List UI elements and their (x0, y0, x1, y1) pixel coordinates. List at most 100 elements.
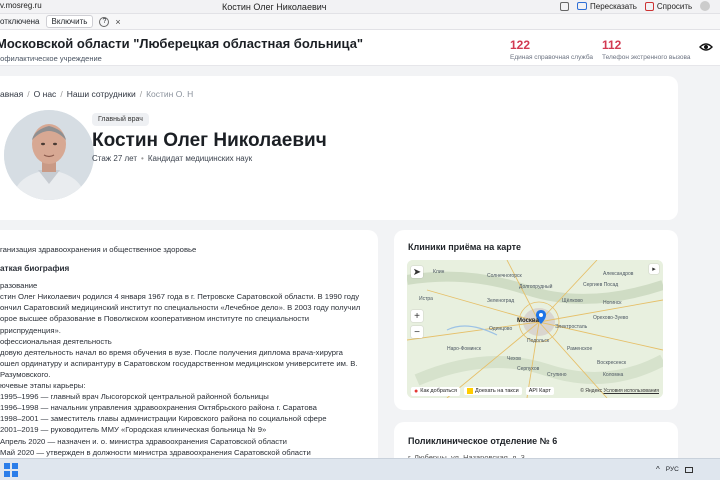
map-zoom-in-icon[interactable]: + (411, 310, 423, 322)
route-label: Как добраться (420, 388, 457, 394)
map-view[interactable]: ➤ + − ▸ Солнечногорск Долгопрудный Алекс… (407, 260, 663, 398)
map-label: Серпухов (517, 366, 540, 372)
map-label: Щёлково (562, 298, 583, 304)
retell-icon (577, 2, 587, 10)
yandex-label: © Яндекс (580, 388, 603, 394)
network-icon[interactable] (684, 466, 693, 473)
map-label: Раменское (567, 346, 593, 352)
map-label: Коломна (603, 372, 624, 378)
ask-label: Спросить (656, 1, 693, 11)
ask-icon (644, 1, 654, 11)
browser-toolbar: Пересказать Спросить (560, 1, 711, 11)
map-expand-icon[interactable]: ▸ (649, 264, 659, 274)
breadcrumb-home[interactable]: авная (0, 89, 23, 99)
browser-title-bar: v.mosreg.ru Костин Олег Николаевич Перес… (0, 0, 720, 14)
map-label: Подольск (527, 338, 550, 344)
phone-number[interactable]: 112 (602, 38, 691, 52)
map-label: Ступино (547, 372, 567, 378)
map-label: Электросталь (555, 324, 588, 330)
terms-link[interactable]: Условия использования (604, 388, 660, 394)
map-footer: ● Как добраться Доехать на такси API Кар… (407, 384, 663, 398)
academic-degree: Кандидат медицинских наук (147, 154, 253, 163)
taxi-button[interactable]: Доехать на такси (463, 387, 522, 395)
doctor-profile-card: авная / О нас / Наши сотрудники / Костин О. Н … (0, 76, 678, 220)
breadcrumb-staff[interactable]: Наши сотрудники (67, 89, 136, 99)
biography-line: офессиональная деятельность (0, 336, 112, 346)
system-tray: ^ РУС (656, 465, 693, 474)
biography-content: ганизация здравоохранения и общественное… (0, 244, 372, 469)
map-label: Клин (433, 269, 445, 275)
close-bar-icon[interactable]: × (115, 17, 120, 27)
route-pin-icon: ● (414, 387, 419, 395)
breadcrumb-current: Костин О. Н (146, 89, 194, 99)
help-icon[interactable]: ? (99, 16, 110, 27)
biography-line: Разумовского. (0, 369, 51, 379)
map-label: Чехов (507, 356, 521, 362)
biography-line: довую деятельность начал во время обучен… (0, 347, 343, 357)
extension-state: отключена (0, 17, 40, 26)
doctor-photo (4, 110, 94, 200)
map-label: Сергиев Посад (583, 282, 619, 288)
phone-label: Единая справочная служба (510, 54, 594, 61)
keyboard-language[interactable]: РУС (666, 466, 679, 473)
retell-button[interactable]: Пересказать (577, 2, 637, 11)
biography-line: рриспруденция». (0, 325, 61, 335)
biography-lines: разование стин Олег Николаевич родился 4 … (0, 280, 372, 469)
tab-title: Костин Олег Николаевич (222, 2, 327, 12)
biography-line: 1998–2001 — заместитель главы администра… (0, 414, 327, 424)
retell-label: Пересказать (590, 1, 637, 11)
map-label: Воскресенск (597, 360, 627, 366)
biography-heading: аткая биография (0, 264, 70, 274)
biography-line: Май 2020 — утвержден в должности министр… (0, 447, 311, 457)
tray-expand-icon[interactable]: ^ (656, 465, 660, 474)
biography-line: ошел ординатуру и аспирантуру в Саратовс… (0, 358, 358, 368)
bookmark-icon[interactable] (560, 1, 569, 11)
enable-button[interactable]: Включить (45, 15, 94, 28)
api-link[interactable]: API Карт (525, 387, 554, 395)
doctor-name: Костин Олег Николаевич (92, 130, 327, 151)
specialty: ганизация здравоохранения и общественное… (0, 245, 197, 254)
address-bar[interactable]: v.mosreg.ru (0, 1, 42, 10)
map-label: Александров (603, 271, 634, 277)
biography-line: 2001–2019 — руководитель ММУ «Городская … (0, 425, 267, 435)
position-badge: Главный врач (92, 113, 149, 126)
taxi-label: Доехать на такси (474, 388, 519, 394)
biography-line: ончил Саратовский медицинский институт п… (0, 303, 361, 313)
start-icon[interactable] (4, 463, 18, 477)
phone-label: Телефон экстренного вызова (602, 54, 691, 61)
accessibility-eye-icon[interactable] (699, 42, 713, 52)
ask-button[interactable]: Спросить (644, 1, 693, 11)
doctor-meta: Стаж 27 лет • Кандидат медицинских наук (92, 154, 253, 163)
biography-line: 1995–1996 — главный врач Лысогорской цен… (0, 392, 269, 402)
biography-line: Апрель 2020 — назначен и. о. министра зд… (0, 436, 287, 446)
profile-icon[interactable] (700, 1, 711, 11)
map-label: Истра (419, 296, 433, 302)
breadcrumb: авная / О нас / Наши сотрудники / Костин О. Н (0, 89, 194, 99)
clinics-map-card: Клиники приёма на карте ➤ + − ▸ Солнечно… (394, 230, 678, 410)
phone-emergency[interactable]: 112 Телефон экстренного вызова (602, 38, 691, 61)
map-label: Долгопрудный (519, 284, 553, 290)
biography-line: ючевые этапы карьеры: (0, 381, 86, 391)
map-zoom-out-icon[interactable]: − (411, 326, 423, 338)
map-locate-icon[interactable]: ➤ (411, 266, 423, 278)
biography-card: ганизация здравоохранения и общественное… (0, 230, 378, 470)
os-taskbar: ^ РУС (0, 458, 720, 480)
extension-bar: отключена Включить ? × (0, 14, 720, 30)
hospital-name[interactable]: Московской области "Люберецкая областная… (0, 36, 363, 51)
phone-number[interactable]: 122 (510, 38, 593, 52)
biography-line: разование (0, 281, 38, 291)
experience: Стаж 27 лет (92, 154, 138, 163)
map-label: Зеленоград (487, 298, 515, 304)
site-header: Московской области "Люберецкая областная… (0, 30, 720, 66)
taxi-icon (466, 388, 473, 394)
hospital-subtitle: рофилактическое учреждение (0, 54, 102, 63)
phone-info[interactable]: 122 Единая справочная служба (510, 38, 593, 61)
route-button[interactable]: ● Как добраться (411, 386, 460, 396)
map-attribution: © Яндекс Условия использования (580, 388, 663, 394)
map-label: Орехово-Зуево (593, 315, 629, 321)
map-label: Москва (517, 318, 539, 324)
clinic-title: Поликлиническое отделение № 6 (408, 436, 558, 446)
map-label: Солнечногорск (487, 273, 522, 279)
map-label: Ногинск (603, 300, 622, 306)
breadcrumb-about[interactable]: О нас (34, 89, 57, 99)
